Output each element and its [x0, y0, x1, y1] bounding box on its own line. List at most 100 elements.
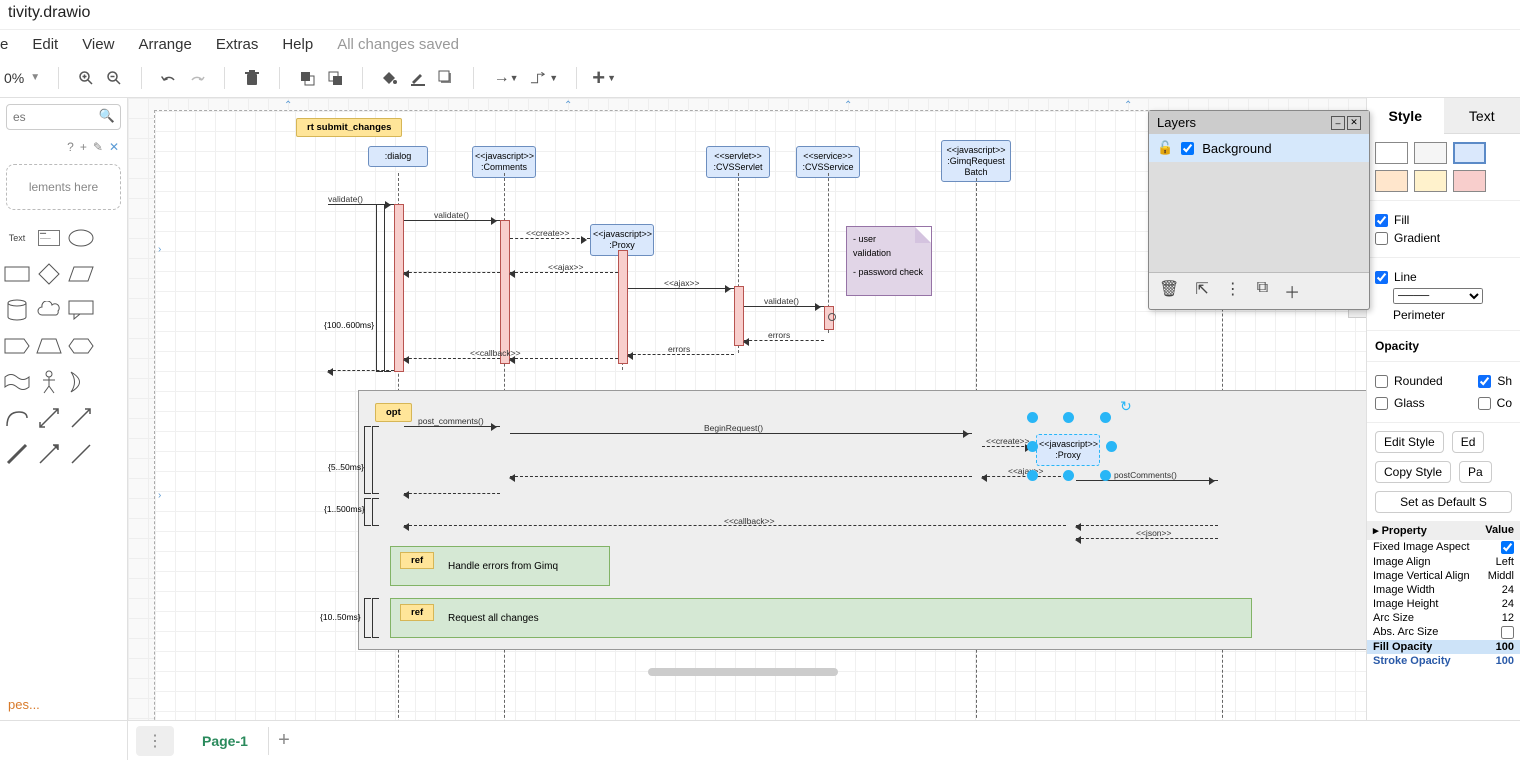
drop-zone[interactable]: lements here [6, 164, 121, 210]
shape-text[interactable]: Text [4, 226, 30, 250]
zoom-out-icon[interactable] [105, 69, 123, 87]
connection-icon[interactable]: → ▼ [492, 69, 520, 87]
paste-button[interactable]: Pa [1459, 461, 1492, 483]
format-panel: Style Text Fill Gradient Line ──── Perim… [1366, 98, 1520, 720]
shadow-icon[interactable] [437, 69, 455, 87]
menubar: e Edit View Arrange Extras Help All chan… [0, 30, 1520, 58]
comic-checkbox[interactable] [1478, 397, 1491, 410]
shape-arrow[interactable] [68, 406, 94, 430]
swatch-gray[interactable] [1414, 142, 1447, 164]
shape-cylinder[interactable] [4, 298, 30, 322]
menu-edit[interactable]: Edit [32, 36, 58, 53]
note[interactable]: - uservalidation- password check [846, 226, 932, 296]
left-sidebar: 🔍 ? + ✎ ✕ lements here Text ━━─── [0, 98, 128, 720]
menu-view[interactable]: View [82, 36, 114, 53]
close-icon[interactable]: ✕ [1347, 116, 1361, 130]
shape-callout[interactable] [68, 298, 94, 322]
line-style-select[interactable]: ──── [1393, 288, 1483, 304]
shape-actor[interactable] [36, 370, 62, 394]
export-icon[interactable]: ⇱ [1195, 279, 1208, 303]
shape-palette: Text ━━─── [0, 216, 127, 476]
shape-parallelogram[interactable] [68, 262, 94, 286]
shape-rect[interactable] [4, 262, 30, 286]
shape-step[interactable] [4, 334, 30, 358]
abs-arc-checkbox[interactable] [1501, 626, 1514, 639]
layer-visible-checkbox[interactable] [1181, 142, 1194, 155]
edit-button[interactable]: Ed [1452, 431, 1485, 453]
shape-curve[interactable] [4, 406, 30, 430]
shape-arrow-open[interactable] [36, 442, 62, 466]
zoom-level[interactable]: 0% ▼ [4, 70, 40, 86]
shape-biarrow[interactable] [36, 406, 62, 430]
waypoint-icon[interactable]: ▼ [530, 69, 558, 87]
toolbar: 0% ▼ → ▼ ▼ +▼ [0, 58, 1520, 98]
swatch-red[interactable] [1453, 170, 1486, 192]
close-panel-icon[interactable]: ✕ [109, 140, 119, 154]
set-default-button[interactable]: Set as Default S [1375, 491, 1512, 513]
copy-style-button[interactable]: Copy Style [1375, 461, 1451, 483]
delete-icon[interactable] [243, 69, 261, 87]
line-checkbox[interactable] [1375, 271, 1388, 284]
lifeline-batch[interactable]: <<javascript>> :GimqRequest Batch [941, 140, 1011, 182]
shape-or[interactable] [68, 370, 94, 394]
lifeline-dialog[interactable]: :dialog [368, 146, 428, 167]
swatch-orange[interactable] [1375, 170, 1408, 192]
rotate-handle-icon[interactable]: ↻ [1120, 398, 1134, 412]
shape-line-thick[interactable] [4, 442, 30, 466]
page-tab-1[interactable]: Page-1 [182, 727, 269, 755]
add-layer-icon[interactable]: ＋ [1284, 279, 1300, 303]
window-title: tivity.drawio [0, 0, 1520, 30]
swatch-blue[interactable] [1453, 142, 1486, 164]
edit-style-button[interactable]: Edit Style [1375, 431, 1444, 453]
menu-arrange[interactable]: Arrange [138, 36, 191, 53]
swatch-white[interactable] [1375, 142, 1408, 164]
add-page-icon[interactable]: + [269, 726, 299, 756]
lock-icon[interactable]: 🔓 [1157, 140, 1173, 156]
footer: ⋮ Page-1 + [0, 720, 1520, 760]
minimize-icon[interactable]: – [1331, 116, 1345, 130]
trash-icon[interactable]: 🗑 [1159, 279, 1179, 303]
layer-background[interactable]: 🔓 Background [1149, 134, 1369, 162]
frame-label: rt submit_changes [296, 118, 402, 137]
fill-checkbox[interactable] [1375, 214, 1388, 227]
glass-checkbox[interactable] [1375, 397, 1388, 410]
shape-heading[interactable]: ━━─── [36, 226, 62, 250]
redo-icon[interactable] [188, 69, 206, 87]
rounded-checkbox[interactable] [1375, 375, 1388, 388]
help-icon[interactable]: ? [67, 140, 74, 154]
more-shapes-link[interactable]: pes... [0, 689, 127, 720]
duplicate-icon[interactable]: ⧉ [1257, 279, 1268, 303]
stroke-icon[interactable] [409, 69, 427, 87]
zoom-in-icon[interactable] [77, 69, 95, 87]
shape-hexagon[interactable] [68, 334, 94, 358]
shape-ellipse[interactable] [68, 226, 94, 250]
layers-panel[interactable]: Layers – ✕ 🔓 Background 🗑 ⇱ ⋮ ⧉ ＋ [1148, 110, 1370, 310]
tab-style[interactable]: Style [1367, 98, 1444, 134]
edit-shape-icon[interactable]: ✎ [93, 140, 103, 154]
swatch-yellow[interactable] [1414, 170, 1447, 192]
menu-help[interactable]: Help [282, 36, 313, 53]
to-back-icon[interactable] [326, 69, 344, 87]
shape-line[interactable] [68, 442, 94, 466]
menu-extras[interactable]: Extras [216, 36, 259, 53]
lifeline-proxy2-selected[interactable]: <<javascript>> :Proxy [1036, 434, 1100, 466]
shape-diamond[interactable] [36, 262, 62, 286]
gradient-checkbox[interactable] [1375, 232, 1388, 245]
save-status: All changes saved [337, 36, 459, 53]
shape-tape[interactable] [4, 370, 30, 394]
add-shape-icon[interactable]: + [80, 140, 87, 154]
to-front-icon[interactable] [298, 69, 316, 87]
tab-text[interactable]: Text [1444, 98, 1520, 134]
add-icon[interactable]: +▼ [595, 69, 613, 87]
page-menu-icon[interactable]: ⋮ [136, 726, 174, 756]
menu-file[interactable]: e [0, 36, 8, 53]
fill-icon[interactable] [381, 69, 399, 87]
more-icon[interactable]: ⋮ [1225, 279, 1241, 303]
horizontal-scrollbar[interactable] [648, 668, 838, 676]
fixed-aspect-checkbox[interactable] [1501, 541, 1514, 554]
shape-cloud[interactable] [36, 298, 62, 322]
search-icon[interactable]: 🔍 [99, 108, 115, 124]
shadow-checkbox[interactable] [1478, 375, 1491, 388]
shape-trapezoid[interactable] [36, 334, 62, 358]
undo-icon[interactable] [160, 69, 178, 87]
